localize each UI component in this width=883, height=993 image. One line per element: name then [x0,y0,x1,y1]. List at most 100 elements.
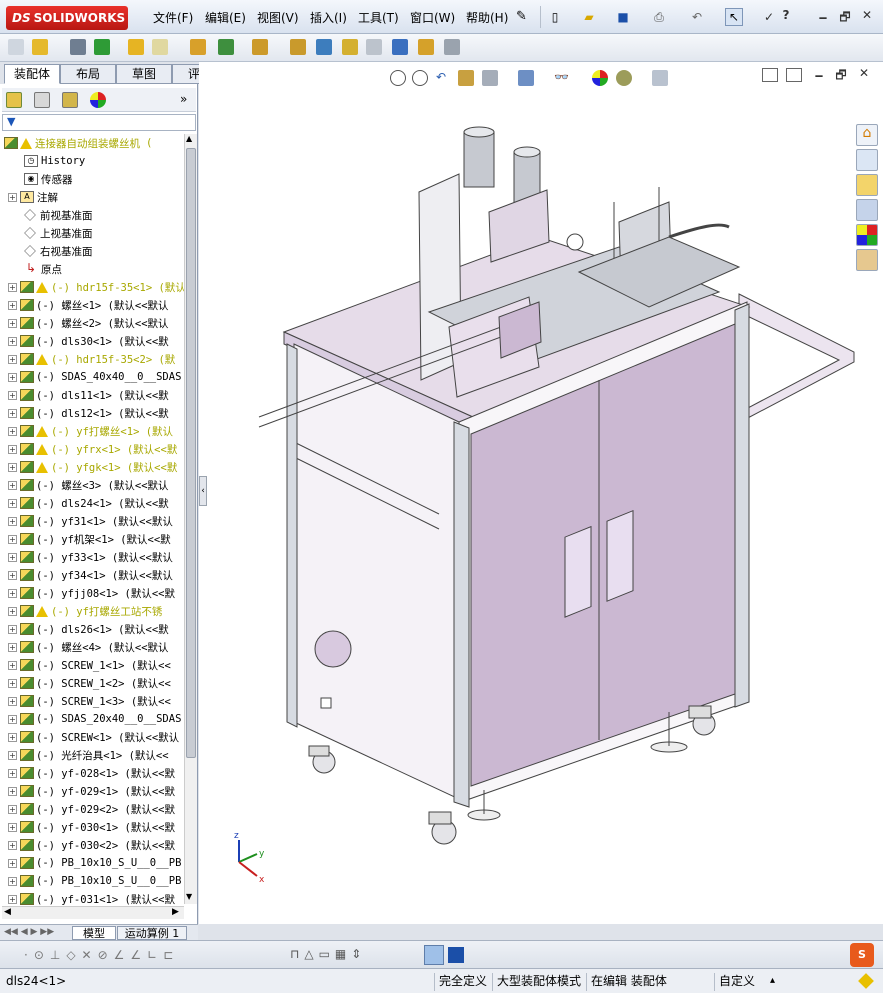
status-units[interactable]: 自定义 [714,973,755,991]
tree-component-row[interactable]: + (-) yfjj08<1> (默认<<默 [0,584,184,602]
tree-component-row[interactable]: + (-) 螺丝<3> (默认<<默认 [0,476,184,494]
expand-toggle[interactable]: + [8,786,17,796]
tree-component-row[interactable]: + (-) yfrx<1> (默认<<默 [0,440,184,458]
show-hidden-icon[interactable] [152,39,168,55]
move-component-icon[interactable] [128,39,144,55]
display-manager-icon[interactable] [90,92,106,108]
help-icon[interactable]: ? [777,8,795,24]
doc-restore-button[interactable]: 🗗 [832,66,850,82]
edit-appearance-icon[interactable] [592,70,608,86]
expand-toggle[interactable]: + [8,588,17,598]
configuration-manager-icon[interactable] [62,92,78,108]
tree-root[interactable]: 连接器自动组装螺丝机 ( [0,134,184,152]
tree-component-row[interactable]: + (-) yf-028<1> (默认<<默 [0,764,184,782]
expand-pane-icon[interactable]: » [180,92,187,106]
print-icon[interactable]: ⎙ [650,8,668,26]
tree-component-row[interactable]: + (-) PB_10x10_S_U__0__PB [0,854,184,872]
tree-component-row[interactable]: + (-) SCREW<1> (默认<<默认 [0,728,184,746]
tree-component-row[interactable]: + (-) PB_10x10_S_U__0__PB [0,872,184,890]
mate-icon[interactable] [32,39,48,55]
scrollbar-thumb[interactable] [186,148,196,758]
expand-toggle[interactable]: + [8,300,17,310]
explode-line-sketch-icon[interactable] [342,39,358,55]
tree-component-row[interactable]: + (-) 光纤治具<1> (默认<< [0,746,184,764]
expand-toggle[interactable]: + [8,516,17,526]
clearance-verification-icon[interactable] [392,39,408,55]
tag-icon[interactable] [858,973,874,989]
rebuild-icon[interactable]: ✓ [760,8,778,26]
menu-window[interactable]: 窗口(W) [410,9,455,26]
tree-component-row[interactable]: + (-) yf打螺丝<1> (默认 [0,422,184,440]
expand-toggle[interactable]: + [8,192,17,202]
apply-scene-icon[interactable] [616,70,632,86]
view-settings-icon[interactable] [652,70,668,86]
tree-component-row[interactable]: + (-) yf31<1> (默认<<默认 [0,512,184,530]
split-view-icon[interactable] [762,68,778,82]
tab-nav-icon[interactable]: ◀◀ ◀ ▶ ▶▶ [4,927,54,937]
tree-item-history[interactable]: ◷ History [0,152,184,170]
tree-component-row[interactable]: + (-) SDAS_40x40__0__SDAS [0,368,184,386]
tab-assembly[interactable]: 装配体 [4,64,60,84]
expand-toggle[interactable]: + [8,750,17,760]
expand-toggle[interactable]: + [8,426,17,436]
shaded-cube-icon[interactable] [424,945,444,965]
view-palette-icon[interactable] [856,199,878,221]
scroll-right-icon[interactable]: ▶ [172,907,179,917]
exploded-view-icon[interactable] [316,39,332,55]
graphics-area[interactable]: ‹ z y x [199,62,883,924]
expand-toggle[interactable]: + [8,804,17,814]
tree-component-row[interactable]: + (-) yf-030<1> (默认<<默 [0,818,184,836]
tree-component-row[interactable]: + (-) dls11<1> (默认<<默 [0,386,184,404]
tree-component-row[interactable]: + (-) yf34<1> (默认<<默认 [0,566,184,584]
display-style-icon[interactable] [518,70,534,86]
linear-pattern-icon[interactable] [70,39,86,55]
tab-sketch[interactable]: 草图 [116,64,172,84]
bill-of-materials-icon[interactable] [290,39,306,55]
tab-motion-study[interactable]: 运动算例 1 [117,926,187,940]
tree-component-row[interactable]: + (-) yf-030<2> (默认<<默 [0,836,184,854]
expand-toggle[interactable]: + [8,462,17,472]
new-document-icon[interactable]: ▯ [546,8,564,26]
expand-toggle[interactable]: + [8,840,17,850]
expand-toggle[interactable]: + [8,570,17,580]
menu-help[interactable]: 帮助(H) [466,9,508,26]
tab-layout[interactable]: 布局 [60,64,116,84]
tree-horizontal-scrollbar[interactable]: ◀ ▶ [2,906,184,919]
tree-component-row[interactable]: + (-) dls12<1> (默认<<默 [0,404,184,422]
tree-component-row[interactable]: + (-) 螺丝<1> (默认<<默认 [0,296,184,314]
expand-toggle[interactable]: + [8,498,17,508]
expand-toggle[interactable]: + [8,552,17,562]
menu-view[interactable]: 视图(V) [257,9,299,26]
tree-component-row[interactable]: + (-) hdr15f-35<1> (默认 [0,278,184,296]
expand-toggle[interactable]: + [8,390,17,400]
expand-toggle[interactable]: + [8,858,17,868]
hide-show-items-icon[interactable]: 👓 [554,70,570,86]
tree-component-row[interactable]: + (-) dls30<1> (默认<<默 [0,332,184,350]
hole-alignment-icon[interactable] [418,39,434,55]
tree-component-row[interactable]: + (-) dls24<1> (默认<<默 [0,494,184,512]
ime-icon[interactable]: S [850,943,874,967]
restore-button[interactable]: 🗗 [836,8,854,24]
tree-item-right-plane[interactable]: 右视基准面 [0,242,184,260]
menu-tools[interactable]: 工具(T) [358,9,399,26]
tree-component-row[interactable]: + (-) 螺丝<4> (默认<<默认 [0,638,184,656]
tree-filter[interactable]: ▼ [2,114,196,131]
expand-toggle[interactable]: + [8,318,17,328]
pin-icon[interactable]: ✎ [516,9,527,24]
menu-file[interactable]: 文件(F) [153,9,193,26]
zoom-to-area-icon[interactable] [412,70,428,86]
expand-toggle[interactable]: + [8,282,17,292]
expand-toggle[interactable]: + [8,660,17,670]
relation-tools-icon[interactable]: ⊓△▭▦⇕ [290,947,366,961]
file-explorer-icon[interactable] [856,174,878,196]
expand-toggle[interactable]: + [8,354,17,364]
tree-item-front-plane[interactable]: 前视基准面 [0,206,184,224]
menu-edit[interactable]: 编辑(E) [205,9,246,26]
expand-toggle[interactable]: + [8,894,17,904]
new-motion-study-icon[interactable] [252,39,268,55]
tree-component-row[interactable]: + (-) SCREW_1<2> (默认<< [0,674,184,692]
undo-icon[interactable]: ↶ [688,8,706,26]
expand-toggle[interactable]: + [8,534,17,544]
interference-detection-icon[interactable] [366,39,382,55]
tree-component-row[interactable]: + (-) yf-029<2> (默认<<默 [0,800,184,818]
